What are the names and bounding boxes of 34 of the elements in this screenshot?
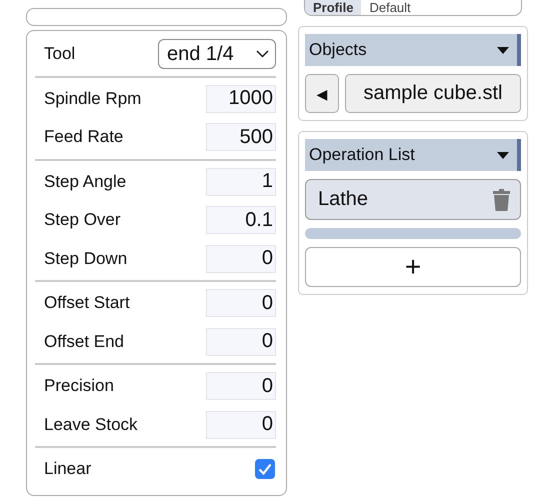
- number-field[interactable]: 0: [206, 244, 276, 273]
- field-label: Tool: [44, 44, 76, 64]
- profile-value: Default: [368, 0, 412, 15]
- number-field[interactable]: 500: [206, 123, 276, 152]
- number-field[interactable]: 1000: [206, 84, 276, 113]
- operations-header[interactable]: Operation List: [305, 139, 521, 171]
- checkbox[interactable]: [255, 459, 275, 480]
- field-label: Linear: [44, 459, 92, 480]
- number-field[interactable]: 0: [206, 289, 276, 318]
- number-field[interactable]: 0: [206, 328, 276, 356]
- field-label: Step Down: [44, 248, 128, 269]
- field-label: Step Angle: [44, 172, 126, 192]
- caret-icon: [497, 46, 509, 54]
- back-button[interactable]: ◀: [305, 74, 339, 113]
- field-label: Precision: [44, 376, 114, 396]
- number-field[interactable]: 1: [206, 168, 276, 196]
- objects-header[interactable]: Objects: [305, 34, 521, 66]
- field-label: Spindle Rpm: [44, 88, 142, 109]
- file-button[interactable]: sample cube.stl: [345, 74, 521, 113]
- operation-item[interactable]: Lathe: [305, 179, 521, 220]
- field-label: Offset End: [44, 332, 124, 352]
- number-field[interactable]: 0.1: [206, 206, 276, 234]
- field-label: Offset Start: [44, 293, 130, 314]
- trash-icon[interactable]: [493, 188, 510, 210]
- profile-label: Profile: [305, 0, 362, 15]
- number-field[interactable]: 0: [206, 410, 276, 439]
- field-label: Step Over: [44, 210, 121, 230]
- caret-icon: [497, 152, 509, 158]
- field-label: Leave Stock: [44, 414, 138, 435]
- number-field[interactable]: 0: [206, 372, 276, 400]
- add-button[interactable]: +: [305, 247, 521, 287]
- tool-select[interactable]: end 1/4: [158, 39, 276, 70]
- chevron-icon: [256, 50, 269, 58]
- field-label: Feed Rate: [44, 127, 124, 148]
